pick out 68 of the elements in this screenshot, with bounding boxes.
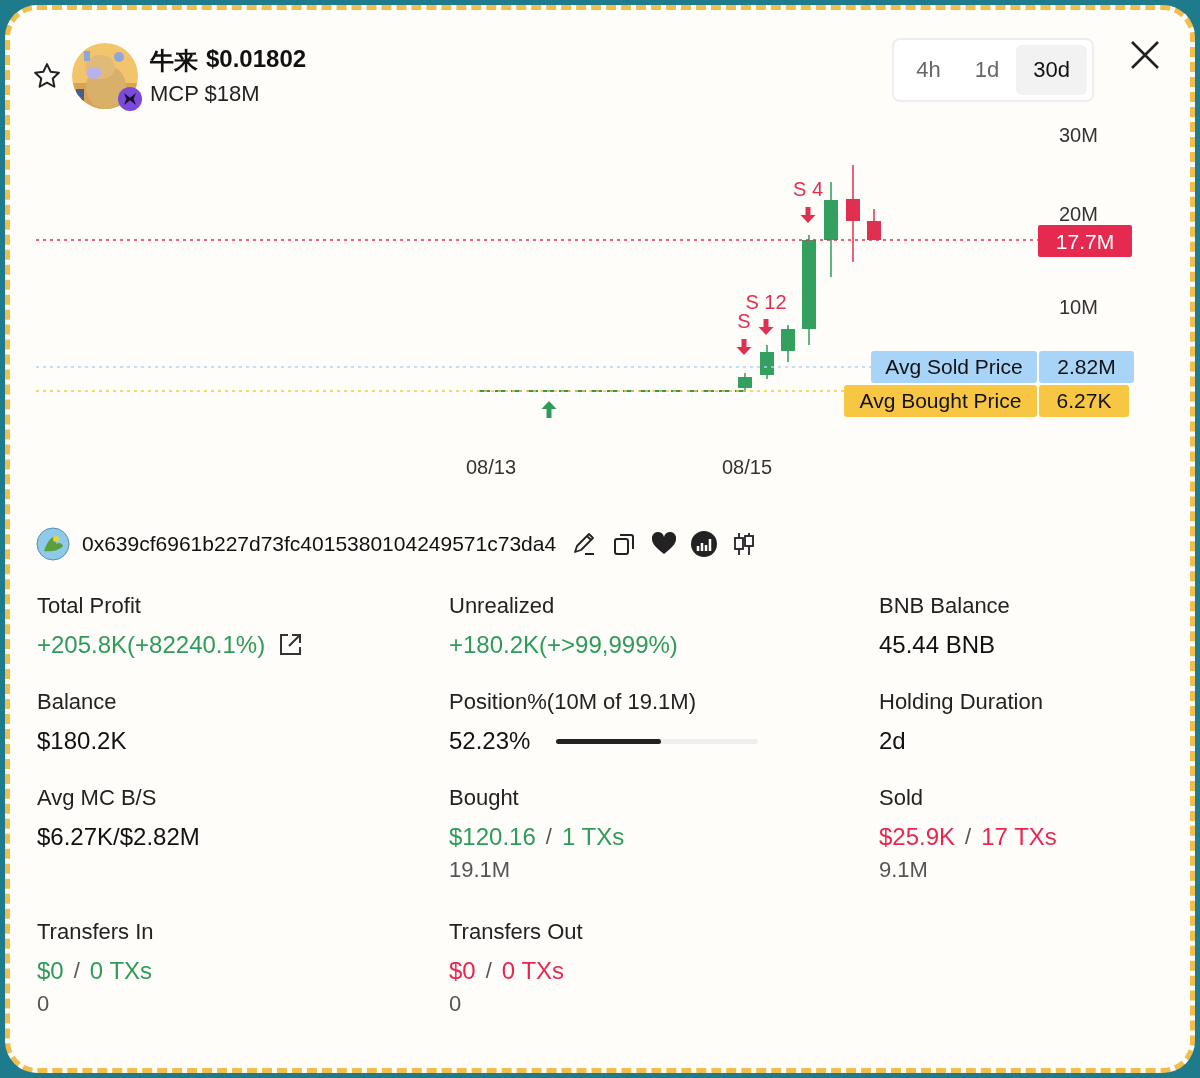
up-arrow-icon — [541, 401, 557, 418]
stat-label: Sold — [879, 785, 925, 811]
token-amount: 19.1M — [449, 857, 512, 883]
axis-label: 30M — [1059, 124, 1098, 146]
stat-label: Position%(10M of 19.1M) — [449, 689, 697, 715]
transaction-count: 1 TXs — [561, 823, 625, 851]
token-amount: 0 — [37, 991, 51, 1017]
axis-label: 10M — [1059, 296, 1098, 318]
separator: / — [965, 824, 972, 850]
stat-value: $6.27K/$2.82M — [37, 823, 200, 851]
timeframe-tab[interactable]: 1d — [957, 45, 1017, 95]
stat-label: Total Profit — [37, 593, 142, 619]
stat-value: +205.8K(+82240.1%) — [37, 631, 266, 659]
stat-value: $0 — [449, 957, 476, 985]
transaction-count: 0 TXs — [89, 957, 153, 985]
stat-label: Holding Duration — [879, 689, 1044, 715]
separator: / — [545, 824, 552, 850]
timeframe-tab[interactable]: 30d — [1016, 45, 1087, 95]
wallet-avatar-icon — [36, 527, 70, 561]
average-price-value: 6.27K — [1039, 385, 1129, 417]
down-arrow-icon — [758, 319, 774, 335]
trade-marker-label: S 4 — [793, 178, 823, 200]
candlestick — [867, 208, 881, 241]
star-icon[interactable] — [32, 61, 62, 91]
stat-label: Avg MC B/S — [37, 785, 158, 811]
candlestick — [760, 344, 774, 380]
bar-chart-circle-icon[interactable] — [690, 530, 719, 558]
transaction-count: 0 TXs — [501, 957, 565, 985]
separator: / — [73, 958, 80, 984]
close-icon[interactable] — [1130, 40, 1160, 70]
stat-value: $180.2K — [37, 727, 127, 755]
stat-value: 52.23% — [449, 727, 531, 755]
candlestick — [781, 324, 795, 363]
stat-label: Bought — [449, 785, 520, 811]
stat-label: Transfers In — [37, 919, 155, 945]
trade-marker-label: S — [737, 310, 751, 332]
token-price: $0.01802 — [206, 45, 307, 74]
separator: / — [485, 958, 492, 984]
price-tag: 17.7M — [1038, 225, 1132, 257]
token-amount: 9.1M — [879, 857, 929, 883]
stat-value: $120.16 — [449, 823, 536, 851]
stat-label: BNB Balance — [879, 593, 1011, 619]
chain-badge-icon — [118, 87, 142, 111]
down-arrow-icon — [800, 207, 816, 223]
down-arrow-icon — [736, 339, 752, 355]
stat-value: +180.2K(+>99,999%) — [449, 631, 678, 659]
token-amount: 0 — [449, 991, 463, 1017]
stat-label: Transfers Out — [449, 919, 584, 945]
candlestick — [738, 372, 752, 392]
trade-marker-label: S 12 — [745, 291, 787, 313]
stat-value: 2d — [879, 727, 906, 755]
axis-label: 08/13 — [465, 456, 517, 478]
token-name: 牛来 — [150, 46, 198, 76]
external-link-icon[interactable] — [277, 632, 304, 658]
average-price-label: Avg Bought Price — [844, 385, 1037, 417]
axis-label: 08/15 — [721, 456, 773, 478]
stat-value: $0 — [37, 957, 64, 985]
stat-value: 45.44 BNB — [879, 631, 996, 659]
stat-label: Unrealized — [449, 593, 556, 619]
market-cap: MCP $18M — [150, 81, 261, 107]
stat-value: $25.9K — [879, 823, 956, 851]
stat-label: Balance — [37, 689, 118, 715]
transaction-count: 17 TXs — [981, 823, 1057, 851]
average-price-label: Avg Sold Price — [871, 351, 1037, 383]
average-price-value: 2.82M — [1039, 351, 1134, 383]
axis-label: 20M — [1059, 203, 1098, 225]
timeframe-tab[interactable]: 4h — [899, 45, 958, 95]
wallet-address: 0x639cf6961b227d73fc4015380104249571c73da4 — [82, 532, 557, 556]
